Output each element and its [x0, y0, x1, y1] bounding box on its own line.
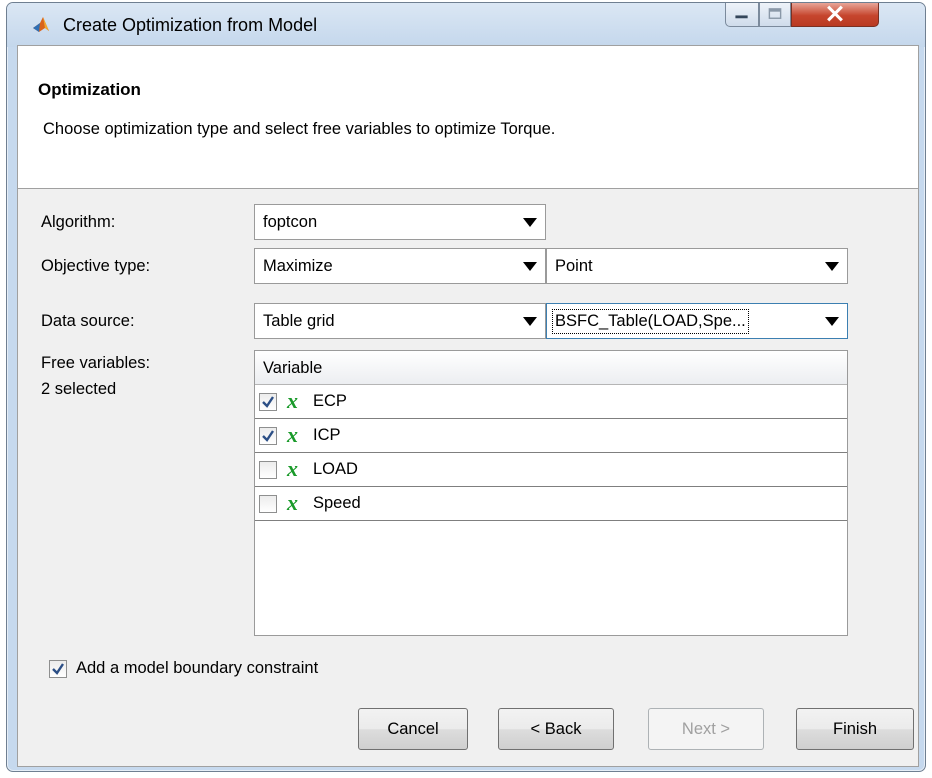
free-variables-count: 2 selected	[41, 380, 117, 398]
cancel-button[interactable]: Cancel	[358, 708, 468, 750]
variable-name: Speed	[313, 494, 361, 512]
close-icon	[827, 5, 843, 22]
boundary-constraint-label[interactable]: Add a model boundary constraint	[76, 659, 318, 678]
header-title: Optimization	[38, 80, 141, 99]
chevron-down-icon	[515, 304, 545, 338]
objective-mode-dropdown[interactable]: Point	[546, 248, 848, 284]
chevron-down-icon	[817, 249, 847, 283]
checkmark-icon	[262, 430, 274, 442]
header-description: Choose optimization type and select free…	[43, 120, 556, 138]
data-source-label: Data source:	[41, 312, 135, 330]
algorithm-label: Algorithm:	[41, 213, 116, 231]
data-source-dropdown[interactable]: Table grid	[254, 303, 546, 339]
variable-checkbox[interactable]	[259, 393, 277, 411]
algorithm-dropdown[interactable]: foptcon	[254, 204, 546, 240]
header-panel: Optimization Choose optimization type an…	[18, 46, 918, 189]
table-row[interactable]: x ECP	[255, 385, 847, 419]
variable-checkbox[interactable]	[259, 495, 277, 513]
objective-mode-value: Point	[555, 257, 593, 275]
chevron-down-icon	[515, 249, 545, 283]
variable-checkbox[interactable]	[259, 427, 277, 445]
free-variables-label: Free variables:	[41, 354, 151, 372]
checkmark-icon	[52, 663, 64, 675]
variables-table[interactable]: Variable x ECP x ICP x LOAD x Speed	[254, 350, 848, 636]
maximize-icon	[768, 8, 782, 19]
checkmark-icon	[262, 396, 274, 408]
variable-symbol-icon: x	[287, 388, 298, 413]
close-button[interactable]	[791, 3, 879, 27]
back-button[interactable]: < Back	[498, 708, 614, 750]
table-row[interactable]: x ICP	[255, 419, 847, 453]
dialog-window: Create Optimization from Model Optimizat…	[6, 2, 926, 772]
variable-column-header[interactable]: Variable	[255, 351, 847, 385]
objective-type-label: Objective type:	[41, 257, 151, 275]
dialog-body: Optimization Choose optimization type an…	[17, 45, 919, 767]
matlab-app-icon	[31, 15, 51, 35]
variable-name: ECP	[313, 392, 347, 410]
title-bar[interactable]: Create Optimization from Model	[7, 3, 925, 47]
data-source-value: Table grid	[263, 312, 335, 330]
objective-type-dropdown[interactable]: Maximize	[254, 248, 546, 284]
next-button[interactable]: Next >	[648, 708, 764, 750]
variable-symbol-icon: x	[287, 490, 298, 515]
chevron-down-icon	[515, 205, 545, 239]
minimize-button[interactable]	[725, 3, 759, 27]
variable-symbol-icon: x	[287, 456, 298, 481]
variable-checkbox[interactable]	[259, 461, 277, 479]
data-table-value: BSFC_Table(LOAD,Spe...	[552, 309, 749, 334]
objective-type-value: Maximize	[263, 257, 333, 275]
variable-column-label: Variable	[263, 359, 323, 377]
algorithm-value: foptcon	[263, 213, 318, 231]
data-table-dropdown[interactable]: BSFC_Table(LOAD,Spe...	[546, 303, 848, 339]
minimize-icon	[735, 15, 748, 19]
boundary-constraint-checkbox[interactable]	[49, 660, 67, 678]
variable-name: ICP	[313, 426, 341, 444]
finish-button[interactable]: Finish	[796, 708, 914, 750]
table-row[interactable]: x Speed	[255, 487, 847, 521]
window-title: Create Optimization from Model	[63, 15, 318, 35]
maximize-button[interactable]	[759, 3, 791, 27]
table-row[interactable]: x LOAD	[255, 453, 847, 487]
variable-symbol-icon: x	[287, 422, 298, 447]
variable-name: LOAD	[313, 460, 358, 478]
chevron-down-icon	[817, 304, 847, 338]
